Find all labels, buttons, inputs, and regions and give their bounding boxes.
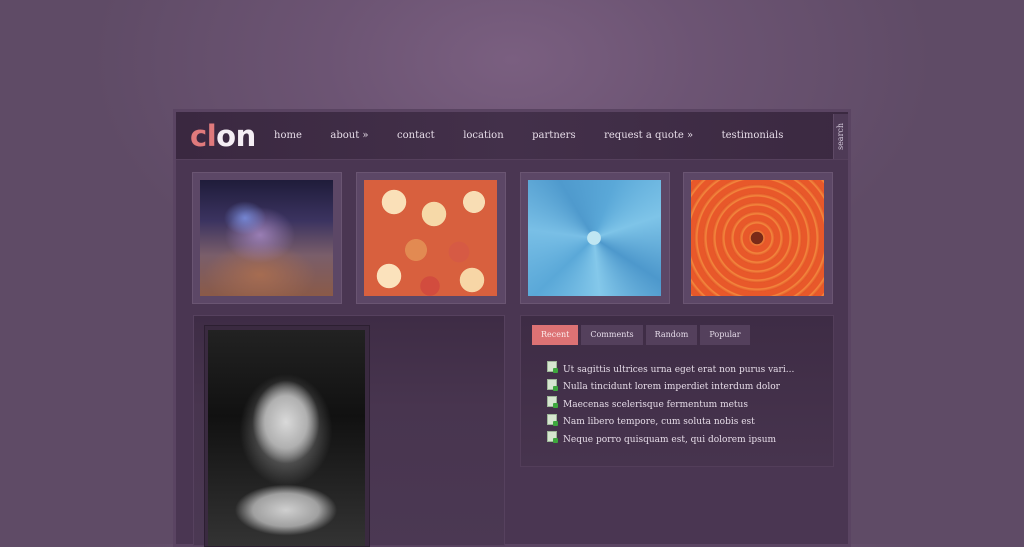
- page-container: clon home about » contact location partn…: [176, 112, 848, 547]
- document-add-icon: [547, 431, 558, 444]
- nav-partners[interactable]: partners: [532, 130, 575, 141]
- gallery-item-roses[interactable]: [356, 172, 506, 304]
- nav-request-quote[interactable]: request a quote »: [604, 130, 693, 141]
- tab-popular[interactable]: Popular: [700, 325, 750, 345]
- post-title[interactable]: Ut sagittis ultrices urna eget erat non …: [563, 365, 794, 375]
- document-add-icon: [547, 361, 558, 374]
- feature-panel: [193, 315, 505, 547]
- butterfly-photo: [200, 180, 333, 296]
- dahlia-photo: [691, 180, 824, 296]
- nav-about[interactable]: about »: [330, 130, 368, 141]
- gallery-item-butterfly[interactable]: [192, 172, 342, 304]
- post-title[interactable]: Neque porro quisquam est, qui dolorem ip…: [563, 435, 776, 445]
- post-title[interactable]: Nam libero tempore, cum soluta nobis est: [563, 417, 755, 427]
- tab-recent[interactable]: Recent: [532, 325, 579, 345]
- nav-contact[interactable]: contact: [397, 130, 435, 141]
- nav-testimonials[interactable]: testimonials: [722, 130, 784, 141]
- list-item[interactable]: Maecenas scelerisque fermentum metus: [547, 396, 794, 414]
- document-add-icon: [547, 413, 558, 426]
- recent-posts-list: Ut sagittis ultrices urna eget erat non …: [547, 361, 794, 449]
- post-title[interactable]: Maecenas scelerisque fermentum metus: [563, 400, 748, 410]
- nav-home[interactable]: home: [274, 130, 302, 141]
- list-item[interactable]: Neque porro quisquam est, qui dolorem ip…: [547, 431, 794, 449]
- post-title[interactable]: Nulla tincidunt lorem imperdiet interdum…: [563, 382, 780, 392]
- nav-location[interactable]: location: [463, 130, 503, 141]
- list-item[interactable]: Ut sagittis ultrices urna eget erat non …: [547, 361, 794, 379]
- search-tab-label: search: [836, 122, 846, 151]
- widget-tabs: Recent Comments Random Popular: [532, 325, 753, 345]
- search-tab[interactable]: search: [833, 114, 848, 159]
- tab-comments[interactable]: Comments: [581, 325, 643, 345]
- site-header: clon home about » contact location partn…: [176, 112, 848, 160]
- list-item[interactable]: Nulla tincidunt lorem imperdiet interdum…: [547, 378, 794, 397]
- logo-part-light: on: [216, 119, 256, 153]
- document-add-icon: [547, 396, 558, 409]
- gallery-item-succulent[interactable]: [520, 172, 670, 304]
- document-add-icon: [547, 378, 558, 391]
- list-item[interactable]: Nam libero tempore, cum soluta nobis est: [547, 413, 794, 432]
- portrait-frame: [204, 325, 370, 547]
- logo-part-accent: cl: [190, 119, 217, 153]
- site-logo[interactable]: clon: [190, 121, 256, 151]
- roses-photo: [364, 180, 497, 296]
- posts-widget: Recent Comments Random Popular Ut sagitt…: [520, 315, 834, 467]
- portrait-photo[interactable]: [208, 330, 365, 546]
- tab-random[interactable]: Random: [645, 325, 698, 345]
- gallery-item-dahlia[interactable]: [683, 172, 833, 304]
- main-nav: home about » contact location partners r…: [274, 112, 812, 159]
- succulent-photo: [528, 180, 661, 296]
